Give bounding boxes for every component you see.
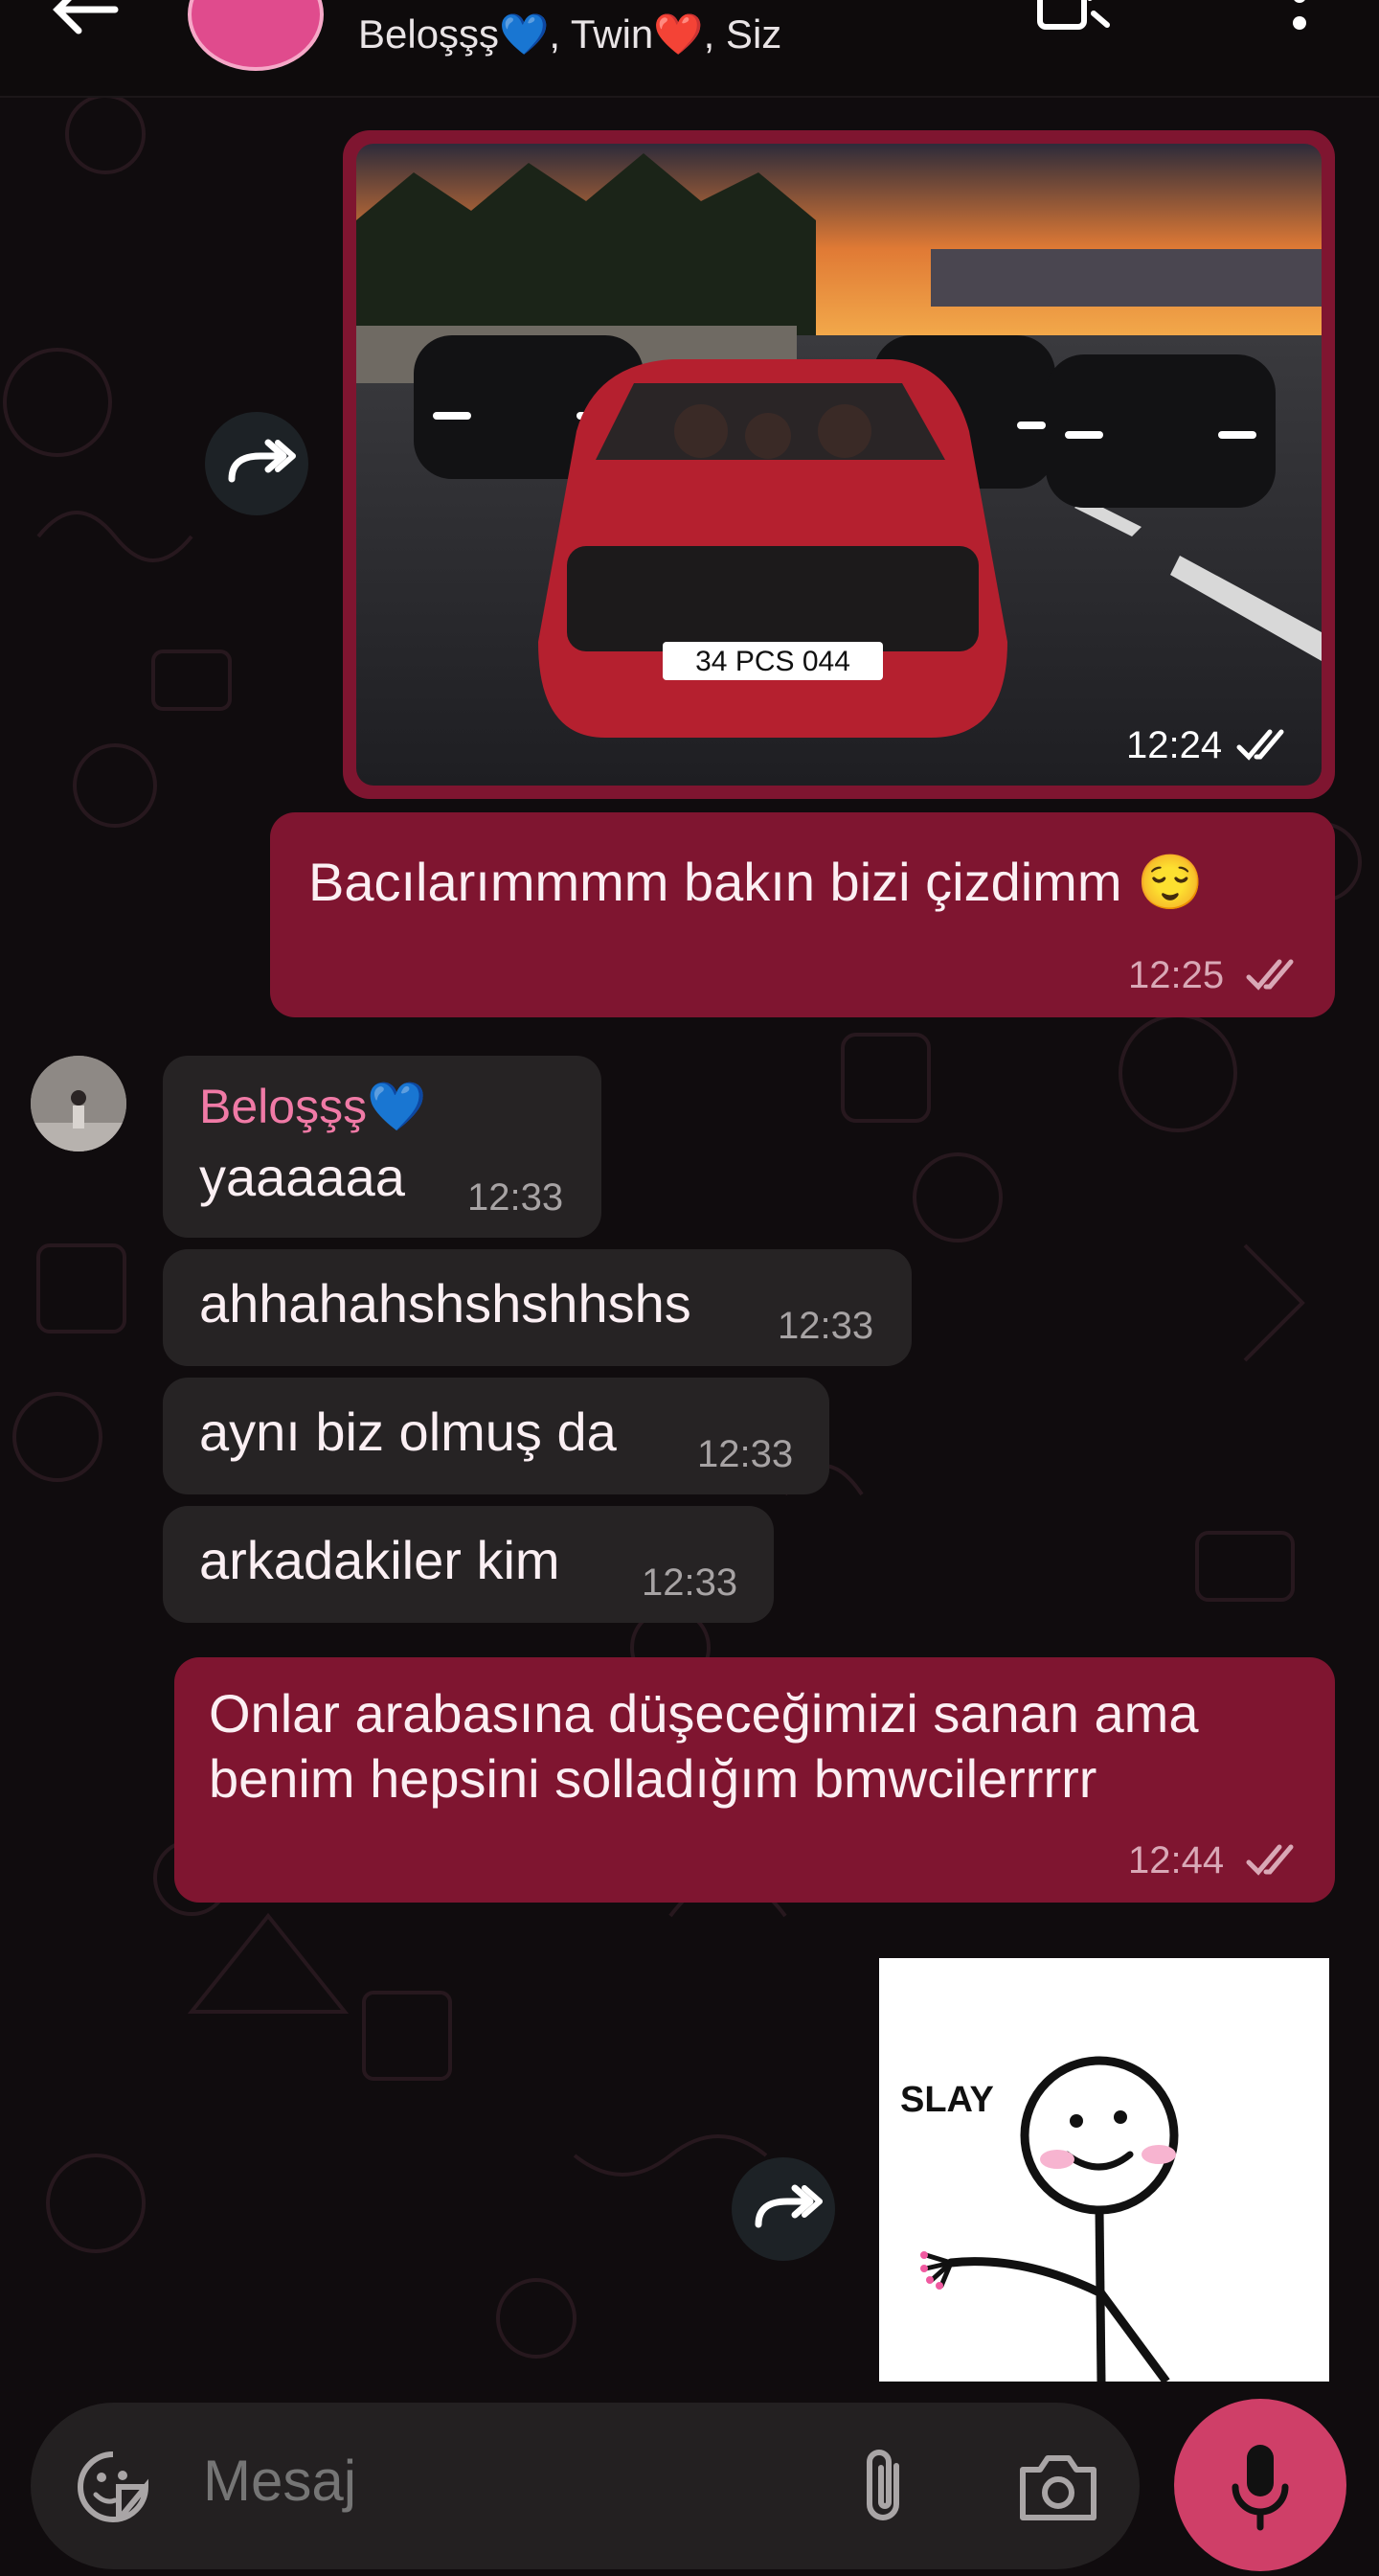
sender-avatar[interactable]	[31, 1056, 126, 1151]
camera-icon[interactable]	[1017, 2451, 1099, 2523]
outgoing-message[interactable]: Onlar arabasına düşeceğimizi sanan ama b…	[174, 1657, 1335, 1903]
incoming-message[interactable]: ahhahahshshshhshs 12:33	[163, 1249, 912, 1366]
outgoing-message[interactable]: Bacılarımmmm bakın bizi çizdimm 😌 12:25	[270, 812, 1335, 1017]
message-text: Bacılarımmmm bakın bizi çizdimm 😌	[308, 852, 1204, 912]
message-time: 12:33	[467, 1176, 564, 1219]
message-time: 12:33	[778, 1305, 874, 1347]
group-avatar[interactable]	[188, 0, 324, 71]
incoming-message[interactable]: arkadakiler kim 12:33	[163, 1506, 774, 1623]
message-text: ahhahahshshshhshs	[199, 1273, 691, 1334]
incoming-message[interactable]: aynı biz olmuş da 12:33	[163, 1378, 829, 1494]
group-members[interactable]: Beloşşş💙, Twin❤️, Siz	[358, 11, 781, 58]
license-plate: 34 PCS 044	[695, 646, 850, 677]
message-time: 12:33	[697, 1433, 794, 1475]
forward-button[interactable]	[205, 412, 308, 515]
read-ticks-icon	[1236, 729, 1284, 761]
emoji-sticker-icon[interactable]	[75, 2449, 151, 2525]
message-time: 12:44	[1128, 1839, 1225, 1881]
message-text-line-2: benim hepsini solladığım bmwcilerrrrr	[209, 1748, 1097, 1809]
incoming-message[interactable]: Beloşşş💙 yaaaaaa 12:33	[163, 1056, 601, 1238]
sender-name[interactable]: Beloşşş💙	[199, 1079, 426, 1135]
read-ticks-icon	[1246, 959, 1294, 991]
message-time: 12:25	[1128, 954, 1225, 996]
photo-time: 12:24	[1126, 724, 1223, 766]
video-call-icon[interactable]	[1036, 0, 1113, 31]
stickman-drawing: SLAY	[900, 2056, 1179, 2384]
read-ticks-icon	[1246, 1844, 1294, 1876]
message-time: 12:33	[642, 1562, 738, 1604]
forward-icon	[228, 439, 296, 483]
back-arrow-icon[interactable]	[48, 0, 124, 38]
sticker-label: SLAY	[900, 2080, 994, 2120]
message-input[interactable]	[201, 2447, 837, 2515]
message-text: arkadakiler kim	[199, 1530, 560, 1590]
forward-icon	[755, 2184, 823, 2228]
microphone-icon	[1232, 2445, 1289, 2531]
message-text: aynı biz olmuş da	[199, 1402, 617, 1462]
message-text-line-1: Onlar arabasına düşeceğimizi sanan ama	[209, 1683, 1199, 1744]
photo-message[interactable]: 34 PCS 044 12:24	[343, 130, 1335, 799]
attach-icon[interactable]	[854, 2447, 916, 2527]
avatar-photo	[31, 1056, 126, 1151]
message-text: yaaaaaa	[199, 1147, 405, 1207]
car-illustration-image[interactable]: 34 PCS 044	[356, 144, 1322, 786]
more-options-icon[interactable]	[1288, 0, 1311, 34]
chat-header: Beloşşş💙, Twin❤️, Siz	[0, 0, 1379, 98]
message-composer	[31, 2403, 1140, 2569]
voice-record-button[interactable]	[1174, 2399, 1346, 2571]
forward-button[interactable]	[732, 2157, 835, 2261]
slay-sticker[interactable]: SLAY	[879, 1958, 1329, 2384]
